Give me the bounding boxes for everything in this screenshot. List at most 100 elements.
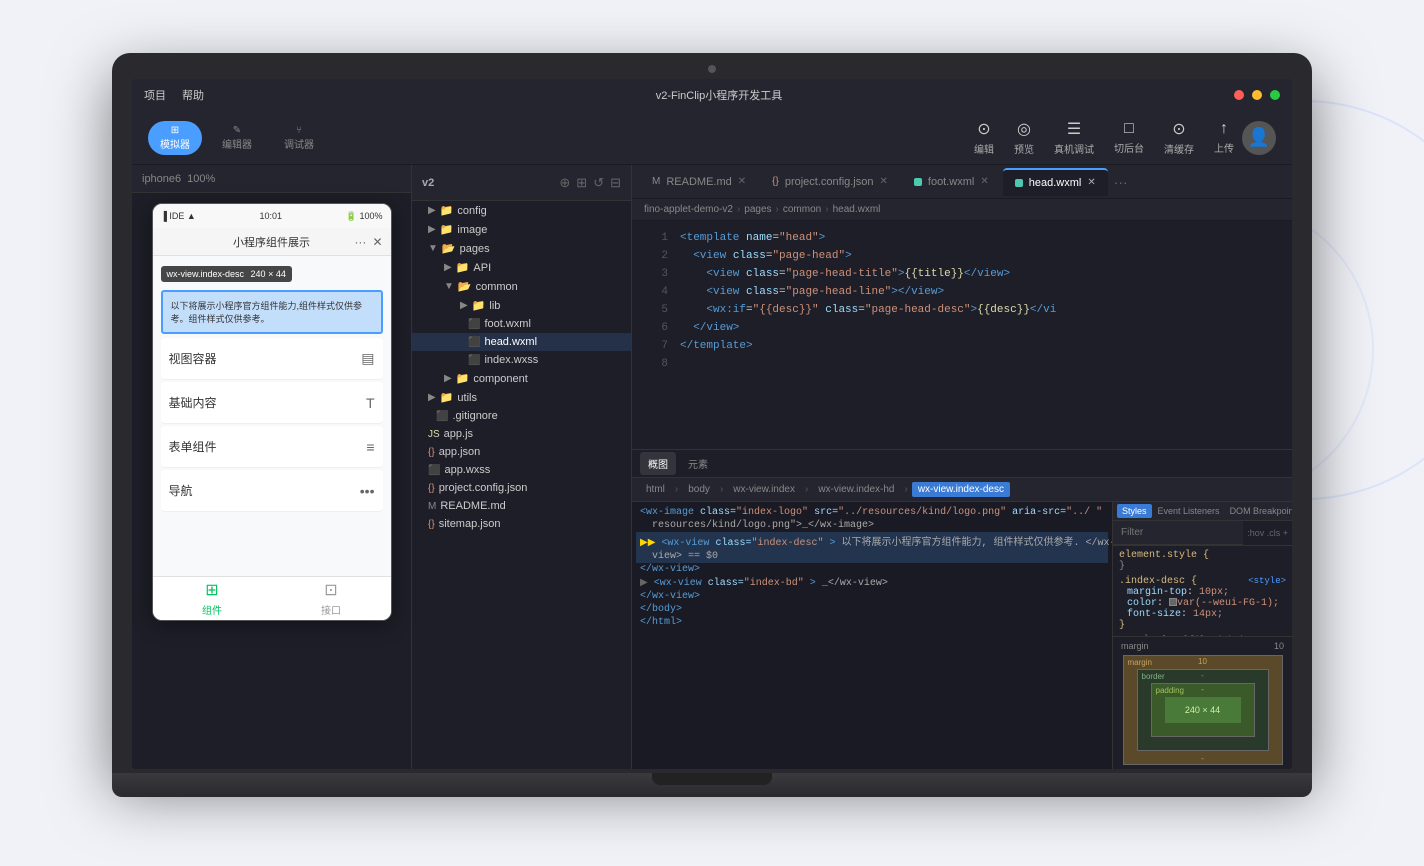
tree-component[interactable]: ▶ 📁 component xyxy=(412,369,631,388)
tab-readme[interactable]: M README.md ✕ xyxy=(640,168,758,196)
editor-tabs: M README.md ✕ {} project.config.json ✕ f… xyxy=(632,165,1292,199)
laptop-frame: 项目 帮助 v2-FinClip小程序开发工具 ⊞ 模拟器 xyxy=(112,53,1312,813)
devtab-overview[interactable]: 概图 xyxy=(640,452,676,475)
tool-preview[interactable]: ◎ 预览 xyxy=(1014,119,1034,156)
menu-project[interactable]: 项目 xyxy=(144,87,166,103)
more-tabs-btn[interactable]: ··· xyxy=(1114,174,1128,190)
tree-head-wxml[interactable]: ⬛ head.wxml xyxy=(412,333,631,351)
ht-line-2[interactable]: resources/kind/logo.png">_</wx-image> xyxy=(636,519,1108,532)
tree-lib[interactable]: ▶ 📁 lib xyxy=(412,296,631,315)
eb-wx-desc[interactable]: wx-view.index-desc xyxy=(912,482,1010,497)
eb-html[interactable]: html xyxy=(640,482,671,497)
eb-wx-hd[interactable]: wx-view.index-hd xyxy=(812,482,900,497)
style-filter-input[interactable] xyxy=(1113,521,1243,545)
tree-image[interactable]: ▶ 📁 image xyxy=(412,220,631,239)
tree-app-wxss[interactable]: ⬛ app.wxss xyxy=(412,461,631,479)
tab-interface[interactable]: ⊡ 接口 xyxy=(272,580,391,617)
close-readme[interactable]: ✕ xyxy=(738,176,746,187)
tree-sitemap[interactable]: {} sitemap.json xyxy=(412,515,631,533)
code-area[interactable]: 1 <template name="head"> 2 <view class="… xyxy=(632,221,1292,449)
tool-background[interactable]: □ 切后台 xyxy=(1114,120,1144,155)
tool-edit[interactable]: ⊙ 编辑 xyxy=(974,119,994,156)
eb-body[interactable]: body xyxy=(682,482,716,497)
debugger-btn[interactable]: ⑂ 调试器 xyxy=(272,121,326,155)
simulator-btn[interactable]: ⊞ 模拟器 xyxy=(148,121,202,155)
folder-label-component: component xyxy=(473,373,527,385)
folder-label-pages: pages xyxy=(460,243,490,255)
file-icon-head: ⬛ xyxy=(468,337,480,348)
tool-upload[interactable]: ↑ 上传 xyxy=(1214,120,1234,155)
tree-common[interactable]: ▼ 📂 common xyxy=(412,277,631,296)
max-btn[interactable] xyxy=(1270,90,1280,100)
tool-remote-debug[interactable]: ☰ 真机调试 xyxy=(1054,119,1094,156)
tree-project-config[interactable]: {} project.config.json xyxy=(412,479,631,497)
app-name: 小程序组件展示 xyxy=(233,234,310,250)
new-folder-icon[interactable]: ⊞ xyxy=(576,175,587,191)
close-project[interactable]: ✕ xyxy=(880,176,888,187)
editor-btn[interactable]: ✎ 编辑器 xyxy=(210,121,264,155)
bc-pages: pages xyxy=(744,204,771,215)
code-line-1: 1 <template name="head"> xyxy=(632,229,1292,247)
style-tab-dom[interactable]: DOM Breakpoints xyxy=(1226,504,1292,518)
list-item-nav[interactable]: 导航 ••• xyxy=(161,470,383,512)
content-size: 240 × 44 xyxy=(1185,705,1220,715)
arrow-lib: ▶ xyxy=(460,300,468,311)
tree-gitignore[interactable]: ⬛ .gitignore xyxy=(412,407,631,425)
list-icon-2: ≡ xyxy=(366,439,374,455)
toolbar-tools: ⊙ 编辑 ◎ 预览 ☰ 真机调试 □ 切后台 xyxy=(974,119,1234,156)
file-label-head: head.wxml xyxy=(484,336,537,348)
tab-head[interactable]: head.wxml ✕ xyxy=(1003,168,1108,196)
ht-line-6[interactable]: ▶ <wx-view class="index-bd" > _</wx-view… xyxy=(636,576,1108,590)
rule-source-desc[interactable]: <style> xyxy=(1248,576,1286,587)
ht-line-3[interactable]: ▶▶ <wx-view class="index-desc" > 以下将展示小程… xyxy=(636,532,1108,550)
element-breadcrumb: html › body › wx-view.index › wx-view.in… xyxy=(632,478,1292,502)
menu-help[interactable]: 帮助 xyxy=(182,87,204,103)
ht-line-8[interactable]: </body> xyxy=(636,603,1108,616)
devtab-elements[interactable]: 元素 xyxy=(680,452,716,475)
tab-foot[interactable]: foot.wxml ✕ xyxy=(902,168,1001,196)
tree-index-wxss[interactable]: ⬛ index.wxss xyxy=(412,351,631,369)
ht-line-5[interactable]: </wx-view> xyxy=(636,563,1108,576)
ht-line-4[interactable]: view> == $0 xyxy=(636,550,1108,563)
tool-clear-cache[interactable]: ⊙ 清缓存 xyxy=(1164,119,1194,156)
tree-foot-wxml[interactable]: ⬛ foot.wxml xyxy=(412,315,631,333)
tree-config[interactable]: ▶ 📁 config xyxy=(412,201,631,220)
close-foot[interactable]: ✕ xyxy=(980,176,988,187)
arrow-config: ▶ xyxy=(428,205,436,216)
tree-app-js[interactable]: JS app.js xyxy=(412,425,631,443)
close-btn[interactable] xyxy=(1234,90,1244,100)
ht-line-9[interactable]: </html> xyxy=(636,616,1108,629)
list-item-basic-content[interactable]: 基础内容 T xyxy=(161,382,383,424)
style-tab-events[interactable]: Event Listeners xyxy=(1154,504,1224,518)
eb-wx-index[interactable]: wx-view.index xyxy=(727,482,801,497)
list-item-form[interactable]: 表单组件 ≡ xyxy=(161,426,383,468)
collapse-icon[interactable]: ⊟ xyxy=(610,175,621,191)
ht-line-1[interactable]: <wx-image class="index-logo" src="../res… xyxy=(636,506,1108,519)
style-tab-styles[interactable]: Styles xyxy=(1117,504,1152,518)
file-label-foot: foot.wxml xyxy=(484,318,530,330)
ide-titlebar: 项目 帮助 v2-FinClip小程序开发工具 xyxy=(132,79,1292,111)
more-icon[interactable]: ··· xyxy=(354,235,366,249)
tree-app-json[interactable]: {} app.json xyxy=(412,443,631,461)
tab-project-config[interactable]: {} project.config.json ✕ xyxy=(760,168,900,196)
tree-readme[interactable]: M README.md xyxy=(412,497,631,515)
folder-icon-config: 📁 xyxy=(440,204,454,217)
user-avatar[interactable]: 👤 xyxy=(1242,121,1276,155)
tree-api[interactable]: ▶ 📁 API xyxy=(412,258,631,277)
tree-pages[interactable]: ▼ 📂 pages xyxy=(412,239,631,258)
folder-label-lib: lib xyxy=(489,300,500,312)
tab-components[interactable]: ⊞ 组件 xyxy=(153,580,272,617)
new-file-icon[interactable]: ⊕ xyxy=(559,175,570,191)
close-mini-icon[interactable]: ✕ xyxy=(372,235,382,249)
min-btn[interactable] xyxy=(1252,90,1262,100)
cache-icon: ⊙ xyxy=(1172,119,1185,139)
file-icon-app-wxss: ⬛ xyxy=(428,465,440,476)
refresh-icon[interactable]: ↺ xyxy=(593,175,604,191)
folder-icon-component: 📁 xyxy=(456,372,470,385)
list-item-view-container[interactable]: 视图容器 ▤ xyxy=(161,338,383,380)
tree-utils[interactable]: ▶ 📁 utils xyxy=(412,388,631,407)
tab-components-icon: ⊞ xyxy=(205,580,218,600)
close-head[interactable]: ✕ xyxy=(1087,177,1095,188)
ht-line-7[interactable]: </wx-view> xyxy=(636,590,1108,603)
tab-readme-label: README.md xyxy=(666,176,731,188)
